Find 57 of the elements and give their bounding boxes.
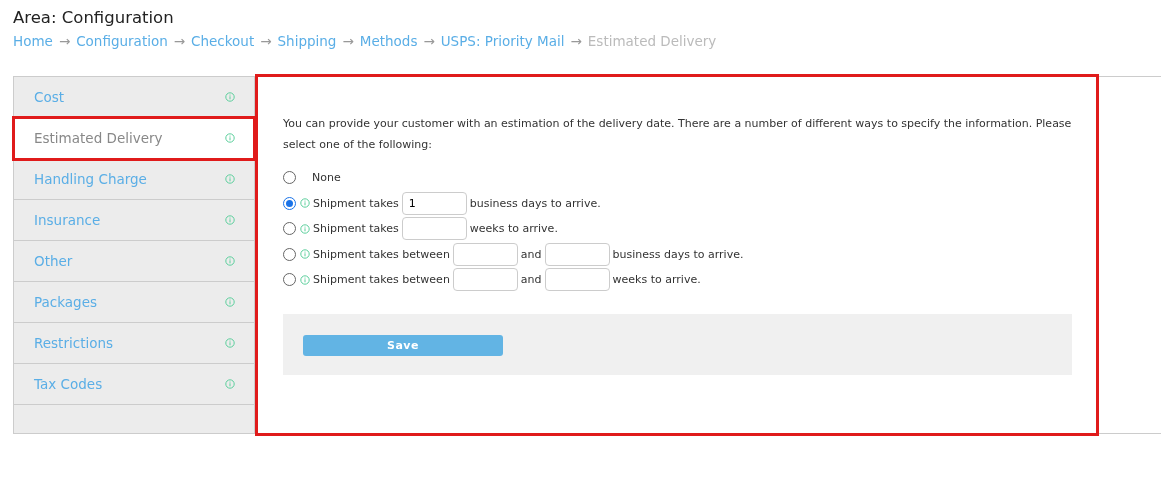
input-field[interactable]: [401, 217, 467, 241]
option-label: business days to arrive.: [469, 196, 601, 210]
sidebar-item[interactable]: Restrictions: [14, 323, 254, 364]
info-icon: [225, 215, 235, 225]
arrow-separator: →: [173, 33, 186, 49]
radio-button[interactable]: [283, 273, 296, 287]
save-button[interactable]: Save: [303, 334, 503, 356]
breadcrumb-link[interactable]: Methods: [359, 33, 418, 49]
option-label: Shipment takes: [313, 222, 399, 236]
radio-button[interactable]: [283, 222, 296, 236]
breadcrumb-current: Estimated Delivery: [587, 33, 717, 49]
info-icon: [225, 338, 235, 348]
info-icon: [225, 297, 235, 307]
info-icon: [225, 256, 235, 266]
arrow-separator: →: [423, 33, 435, 49]
sidebar-item[interactable]: Insurance: [14, 200, 254, 241]
option-label: and: [520, 273, 542, 287]
sidebar-item[interactable]: Estimated Delivery: [14, 118, 254, 159]
arrow-separator: →: [570, 33, 582, 49]
intro-text: You can provide your customer with an estimation of the delivery date. There are a number of different ways to specify the information. Please select one of the following:: [283, 116, 1072, 153]
sidebar-item[interactable]: Packages: [14, 282, 254, 323]
option-label: and: [520, 247, 542, 261]
info-icon: [300, 274, 310, 285]
option-label: business days to arrive.: [612, 247, 744, 261]
breadcrumb-link[interactable]: Home: [13, 33, 53, 49]
info-icon: [225, 133, 235, 143]
breadcrumb-link[interactable]: Shipping: [277, 33, 337, 49]
option-label: weeks to arrive.: [612, 273, 701, 287]
breadcrumb-link[interactable]: USPS: Priority Mail: [440, 33, 565, 49]
option-label: None: [312, 171, 341, 185]
page-title: Area: Configuration: [13, 8, 174, 27]
sidebar-item[interactable]: Handling Charge: [14, 159, 254, 200]
option-label: Shipment takes between: [313, 247, 450, 261]
info-icon: [225, 174, 235, 184]
input-field[interactable]: [452, 268, 518, 292]
option-label: Shipment takes: [313, 196, 399, 210]
info-icon: [225, 379, 235, 389]
option-label: Shipment takes between: [313, 273, 450, 287]
input-field[interactable]: [452, 242, 518, 266]
radio-button[interactable]: [283, 171, 296, 185]
input-field[interactable]: [544, 268, 610, 292]
breadcrumb-link[interactable]: Configuration: [76, 33, 168, 49]
sidebar-item[interactable]: Other: [14, 241, 254, 282]
info-icon: [300, 249, 310, 260]
option-label: weeks to arrive.: [469, 222, 558, 236]
arrow-separator: →: [260, 33, 272, 49]
sidebar-item[interactable]: Tax Codes: [14, 364, 254, 405]
arrow-separator: →: [58, 33, 71, 49]
radio-button[interactable]: [283, 196, 296, 210]
info-icon: [300, 223, 310, 234]
breadcrumb-link[interactable]: Checkout: [191, 33, 255, 49]
input-field[interactable]: [544, 242, 610, 266]
radio-button[interactable]: [283, 247, 296, 261]
info-icon: [300, 198, 310, 209]
info-icon: [225, 92, 235, 102]
arrow-separator: →: [342, 33, 354, 49]
input-field[interactable]: 1: [401, 191, 467, 215]
